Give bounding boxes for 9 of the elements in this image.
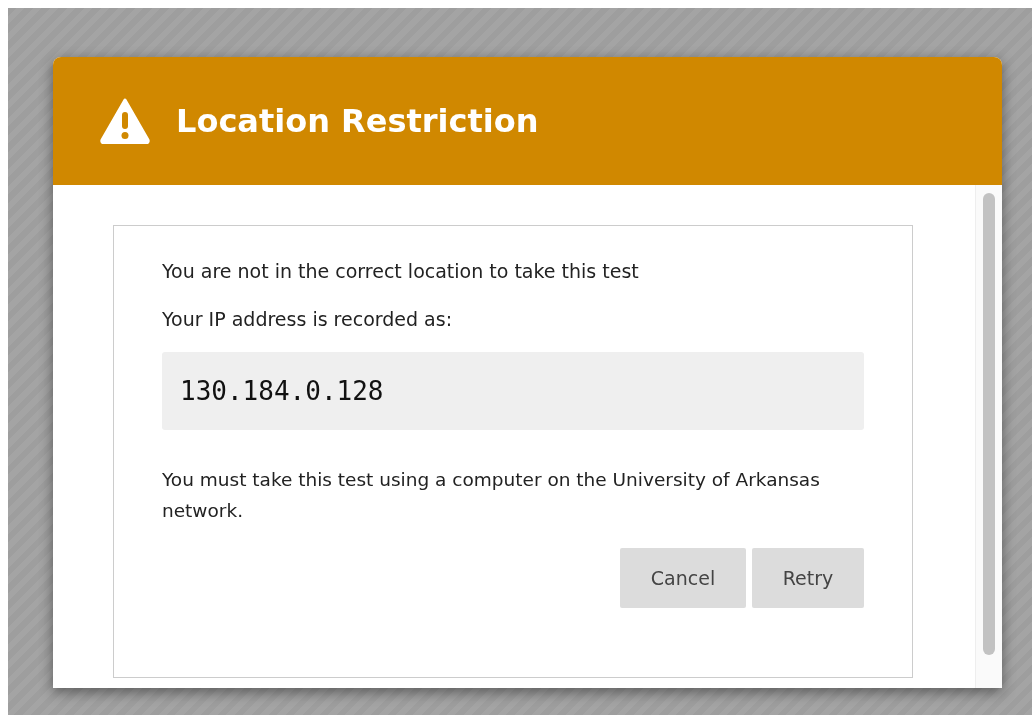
ip-address-display: 130.184.0.128: [162, 352, 864, 430]
ip-label: Your IP address is recorded as:: [162, 308, 454, 330]
dialog-title: Location Restriction: [176, 102, 539, 140]
location-message: You are not in the correct location to take this test: [162, 260, 640, 282]
warning-icon: [100, 98, 150, 144]
retry-button[interactable]: Retry: [752, 548, 864, 608]
instruction-text: You must take this test using a computer on the University of Arkansas network.: [162, 468, 821, 523]
scrollbar-thumb[interactable]: [983, 193, 995, 655]
cancel-button[interactable]: Cancel: [620, 548, 746, 608]
